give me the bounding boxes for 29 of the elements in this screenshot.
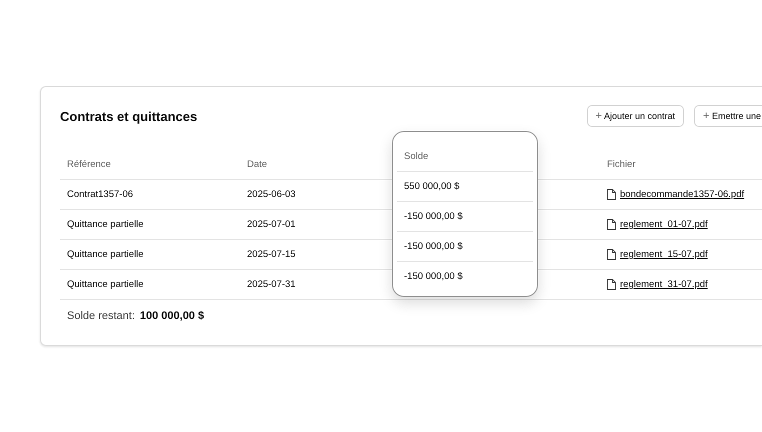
file-icon bbox=[607, 189, 616, 200]
table-cell: Contrat1357-06 bbox=[67, 189, 134, 200]
file-link[interactable]: reglement_15-07.pdf bbox=[620, 249, 708, 260]
column-header: Date bbox=[247, 158, 268, 170]
table-cell: Quittance partielle bbox=[67, 219, 144, 230]
table-cell: 2025-07-31 bbox=[247, 279, 296, 290]
action-button[interactable]: + Ajouter un contrat bbox=[586, 105, 684, 127]
summary-value: 100 000,00 $ bbox=[140, 310, 204, 322]
table-cell: Quittance partielle bbox=[67, 279, 144, 290]
file-link[interactable]: bondecommande1357-06.pdf bbox=[620, 189, 744, 200]
file-icon bbox=[607, 219, 616, 230]
table-cell: 550 000,00 $ bbox=[404, 181, 460, 192]
column-header: Fichier bbox=[607, 158, 636, 170]
table-cell: 2025-07-15 bbox=[247, 249, 296, 260]
file-icon bbox=[607, 249, 616, 260]
table-cell: -150 000,00 $ bbox=[404, 211, 463, 222]
table-cell: 2025-07-01 bbox=[247, 219, 296, 230]
table-cell: 2025-06-03 bbox=[247, 189, 296, 200]
summary-label: Solde restant: bbox=[67, 310, 135, 322]
file-link[interactable]: reglement_01-07.pdf bbox=[620, 219, 708, 230]
file-link[interactable]: reglement_31-07.pdf bbox=[620, 279, 708, 290]
table-cell: -150 000,00 $ bbox=[404, 241, 463, 252]
column-header: Référence bbox=[67, 158, 111, 170]
file-icon bbox=[607, 279, 616, 290]
column-header: Solde bbox=[404, 151, 428, 162]
action-button[interactable]: + Emettre une bbox=[694, 105, 762, 127]
card-title: Contrats et quittances bbox=[60, 109, 198, 124]
table-cell: Quittance partielle bbox=[67, 249, 144, 260]
table-cell: -150 000,00 $ bbox=[404, 271, 463, 282]
